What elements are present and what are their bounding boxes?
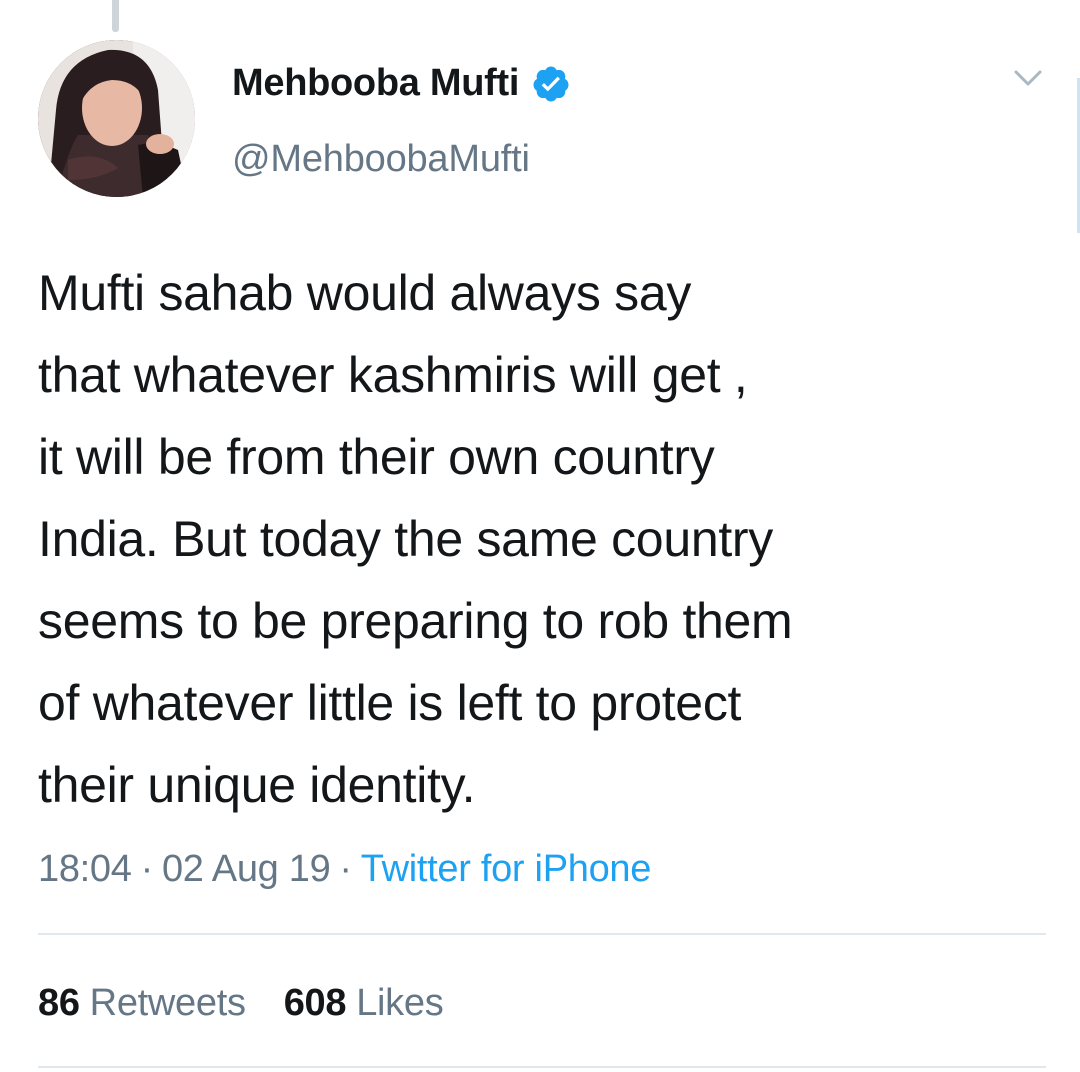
avatar-image [38, 40, 195, 197]
divider [38, 1066, 1046, 1068]
tweet-text-line: Mufti sahab would always say [38, 265, 692, 321]
likes-label: Likes [356, 982, 444, 1024]
retweets-count: 86 [38, 982, 80, 1024]
tweet-metadata: 18:04 · 02 Aug 19 · Twitter for iPhone [38, 848, 651, 891]
chevron-down-icon[interactable] [1010, 64, 1046, 92]
tweet-date: 02 Aug 19 [161, 848, 331, 890]
likes-count: 608 [283, 982, 347, 1024]
retweets-label: Retweets [89, 982, 246, 1024]
avatar[interactable] [38, 40, 195, 197]
tweet-stats: 86 Retweets 608 Likes [38, 982, 444, 1025]
tweet-text-line: that whatever kashmiris will get , [38, 347, 748, 403]
tweet-text-line: it will be from their own country [38, 429, 715, 485]
author-handle[interactable]: @MehboobaMufti [232, 138, 530, 181]
author-name-text[interactable]: Mehbooba Mufti [232, 62, 519, 105]
retweets-stat[interactable]: 86 Retweets [38, 982, 246, 1025]
verified-badge-icon [533, 66, 569, 101]
tweet-text-line: of whatever little is left to protect [38, 675, 742, 731]
author-display-name[interactable]: Mehbooba Mufti [232, 62, 571, 105]
likes-stat[interactable]: 608 Likes [284, 982, 444, 1025]
tweet-text: Mufti sahab would always say that whatev… [38, 252, 1068, 826]
meta-separator: · [339, 848, 352, 890]
tweet-time: 18:04 [38, 848, 132, 890]
tweet-text-line: India. But today the same country [38, 511, 773, 567]
tweet-text-line: their unique identity. [38, 757, 476, 813]
tweet-text-line: seems to be preparing to rob them [38, 593, 793, 649]
meta-separator: · [140, 848, 154, 890]
thread-connector-line [112, 0, 119, 32]
divider [38, 933, 1046, 935]
tweet-source-link[interactable]: Twitter for iPhone [361, 848, 652, 890]
